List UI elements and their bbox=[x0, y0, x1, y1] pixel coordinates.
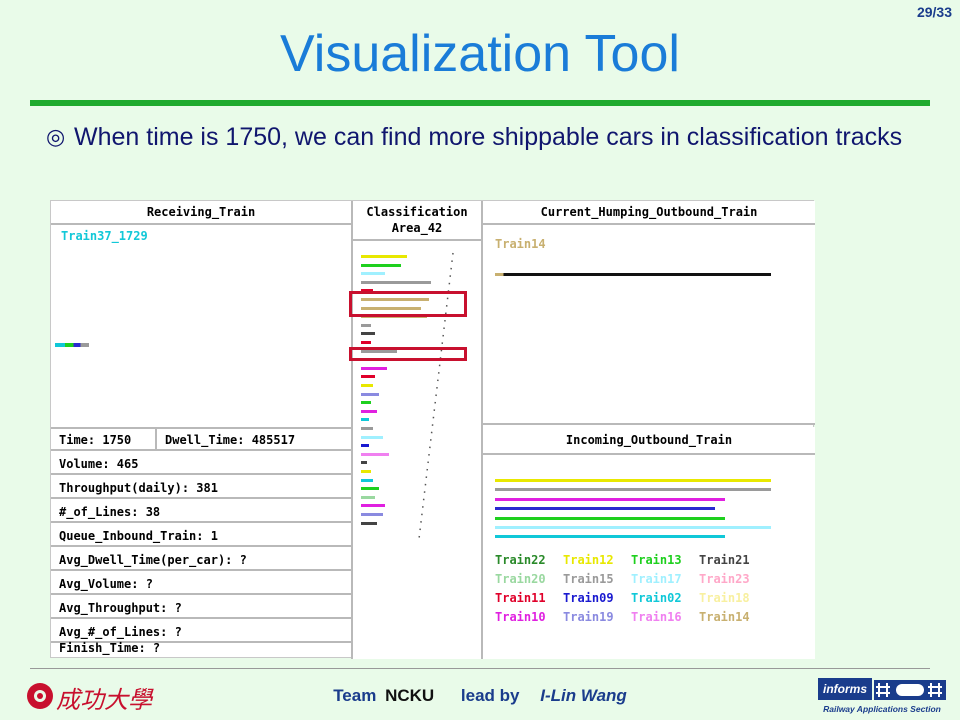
ras-section-label: Railway Applications Section bbox=[823, 704, 941, 714]
avg-volume-readout: Avg_Volume: ? bbox=[51, 573, 351, 595]
legend-entry: Train12 bbox=[563, 553, 614, 567]
legend-entry: Train23 bbox=[699, 572, 750, 586]
legend-entry: Train18 bbox=[699, 591, 750, 605]
incoming-train-line bbox=[495, 497, 725, 501]
humping-panel: Current_Humping_Outbound_Train Train14 bbox=[483, 201, 815, 423]
informs-ras-logo: informs Railway Applications Section bbox=[818, 676, 946, 718]
legend-entry: Train21 bbox=[699, 553, 750, 567]
legend-entry: Train16 bbox=[631, 610, 682, 624]
incoming-train-line bbox=[495, 516, 725, 520]
legend-entry: Train11 bbox=[495, 591, 546, 605]
legend-entry: Train19 bbox=[563, 610, 614, 624]
separator bbox=[483, 423, 815, 425]
visualization-tool: Receiving_Train Train37_1729 Time: 1750 … bbox=[50, 200, 815, 659]
classification-panel: Classification Area_42 bbox=[353, 201, 481, 659]
receiving-train-header: Receiving_Train bbox=[51, 201, 351, 225]
humping-header: Current_Humping_Outbound_Train bbox=[483, 201, 815, 225]
informs-brand: informs bbox=[818, 678, 872, 700]
footer-rule bbox=[30, 668, 930, 669]
footer-lead: lead by bbox=[460, 686, 520, 705]
legend-entry: Train20 bbox=[495, 572, 546, 586]
avg-throughput-readout: Avg_Throughput: ? bbox=[51, 597, 351, 619]
hump-dotted-line bbox=[418, 252, 454, 540]
bullet-text: When time is 1750, we can find more ship… bbox=[74, 123, 903, 151]
humping-train-label: Train14 bbox=[495, 237, 546, 251]
incoming-train-line bbox=[495, 507, 715, 511]
time-readout: Time: 1750 bbox=[51, 429, 157, 451]
incoming-train-line bbox=[495, 526, 771, 529]
lines-readout: #_of_Lines: 38 bbox=[51, 501, 351, 523]
receiving-train-cars bbox=[55, 343, 89, 347]
receiving-train-label: Train37_1729 bbox=[61, 229, 148, 243]
legend-entry: Train22 bbox=[495, 553, 546, 567]
queue-readout: Queue_Inbound_Train: 1 bbox=[51, 525, 351, 547]
slide-title: Visualization Tool bbox=[280, 25, 680, 83]
footer-credit: Team NCKU lead by I-Lin Wang bbox=[0, 686, 960, 706]
footer-name: I-Lin Wang bbox=[540, 686, 627, 705]
humping-train-cars bbox=[495, 273, 771, 276]
legend-entry: Train13 bbox=[631, 553, 682, 567]
incoming-train-line bbox=[495, 479, 771, 482]
page-number: 29/33 bbox=[916, 4, 952, 20]
dwell-time-readout: Dwell_Time: 485517 bbox=[157, 429, 351, 451]
legend-entry: Train14 bbox=[699, 610, 750, 624]
rail-track-icon bbox=[874, 680, 946, 700]
avg-dwell-readout: Avg_Dwell_Time(per_car): ? bbox=[51, 549, 351, 571]
legend-entry: Train15 bbox=[563, 572, 614, 586]
highlight-box bbox=[349, 291, 467, 317]
legend-entry: Train09 bbox=[563, 591, 614, 605]
incoming-outbound-panel: Incoming_Outbound_Train Train22 Train12 Tr… bbox=[483, 427, 815, 659]
title-rule bbox=[30, 100, 930, 106]
throughput-readout: Throughput(daily): 381 bbox=[51, 477, 351, 499]
incoming-train-line bbox=[495, 488, 771, 492]
legend-entry: Train10 bbox=[495, 610, 546, 624]
highlight-box bbox=[349, 347, 467, 361]
footer-team: Team bbox=[333, 686, 377, 705]
incoming-train-line bbox=[495, 535, 725, 539]
volume-readout: Volume: 465 bbox=[51, 453, 351, 475]
receiving-train-panel: Receiving_Train Train37_1729 bbox=[51, 201, 351, 427]
legend-entry: Train17 bbox=[631, 572, 682, 586]
finish-time-readout: Finish_Time: ? bbox=[59, 641, 161, 655]
footer-ncku: NCKU bbox=[385, 686, 435, 705]
incoming-outbound-header: Incoming_Outbound_Train bbox=[483, 427, 815, 455]
legend-entry: Train02 bbox=[631, 591, 682, 605]
bullet-mark-icon: ◎ bbox=[46, 124, 66, 149]
